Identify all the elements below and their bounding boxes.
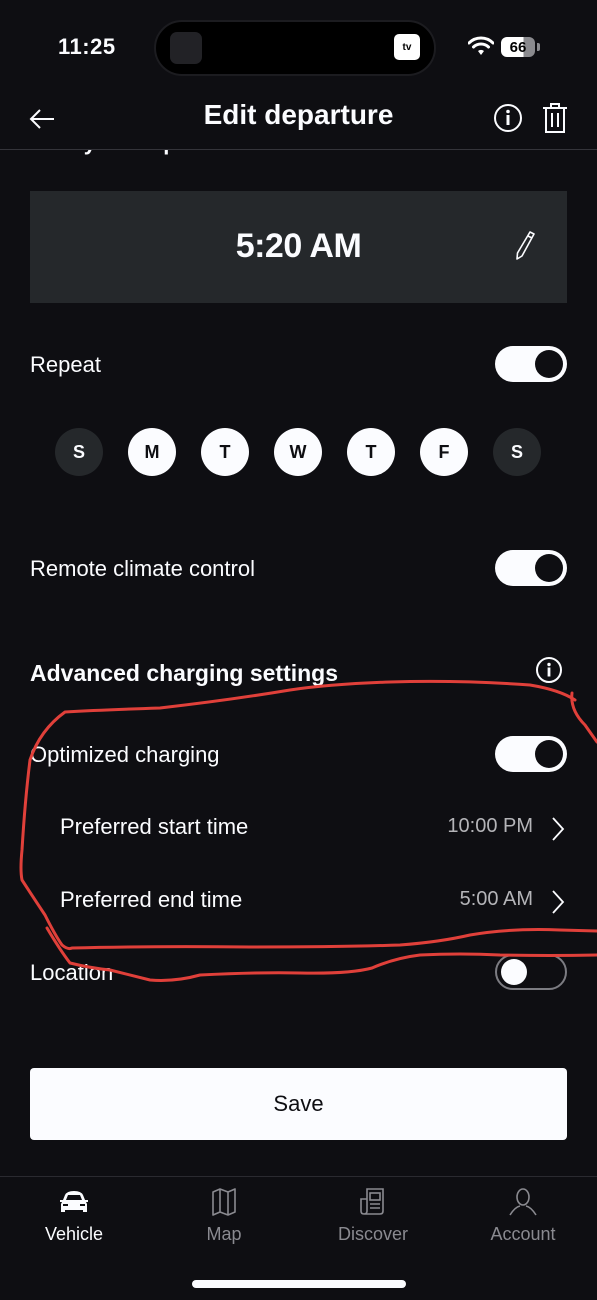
weekday-selector: S M T W T F S <box>55 428 545 478</box>
tab-label: Account <box>490 1224 556 1244</box>
optimized-charging-label: Optimized charging <box>30 742 220 767</box>
status-time: 11:25 <box>58 34 116 59</box>
repeat-row: Repeat <box>30 346 567 386</box>
optimized-charging-toggle[interactable] <box>495 736 567 772</box>
day-sunday[interactable]: S <box>55 428 103 476</box>
charging-heading: Advanced charging settings <box>30 660 339 686</box>
chevron-right-icon <box>552 890 565 914</box>
save-button[interactable]: Save <box>30 1068 567 1140</box>
location-row: Location <box>30 954 567 994</box>
island-activity-icon <box>170 32 202 64</box>
car-icon <box>60 1191 88 1212</box>
pencil-icon[interactable] <box>513 229 537 261</box>
preferred-start-row[interactable]: Preferred start time 10:00 PM <box>30 808 567 848</box>
day-saturday[interactable]: S <box>493 428 541 476</box>
wifi-icon <box>468 36 494 55</box>
tab-discover[interactable]: Discover <box>313 1187 433 1257</box>
newspaper-icon <box>360 1188 384 1215</box>
day-label: W <box>289 441 307 462</box>
day-label: F <box>438 441 450 462</box>
day-thursday[interactable]: T <box>347 428 395 476</box>
dynamic-island: tv <box>154 20 436 76</box>
battery-tip <box>537 43 540 51</box>
apple-tv-icon: tv <box>394 34 420 60</box>
location-label: Location <box>30 960 114 985</box>
tab-vehicle[interactable]: Vehicle <box>14 1187 134 1257</box>
day-label: T <box>219 441 231 462</box>
trash-icon[interactable] <box>540 101 570 135</box>
tab-map[interactable]: Map <box>164 1187 284 1257</box>
info-icon[interactable] <box>492 102 524 134</box>
repeat-toggle[interactable] <box>495 346 567 382</box>
location-toggle[interactable] <box>495 954 567 990</box>
tab-label: Map <box>206 1224 242 1244</box>
battery-level: 66 <box>509 38 527 56</box>
charging-heading-row: Advanced charging settings <box>30 654 567 694</box>
climate-label: Remote climate control <box>30 556 255 581</box>
bottom-action-area: Save <box>0 1030 597 1177</box>
climate-toggle[interactable] <box>495 550 567 586</box>
day-tuesday[interactable]: T <box>201 428 249 476</box>
nav-header: Edit departure <box>0 95 597 150</box>
climate-row: Remote climate control <box>30 550 567 590</box>
toggle-knob <box>535 554 563 582</box>
battery-indicator: 66 <box>501 37 535 57</box>
tab-label: Discover <box>337 1224 408 1244</box>
day-label: S <box>510 441 523 462</box>
preferred-start-label: Preferred start time <box>60 814 249 839</box>
scroll-content[interactable]: Ready for departure at 5:20 AM Repeat S … <box>0 128 597 1028</box>
day-wednesday[interactable]: W <box>274 428 322 476</box>
optimized-charging-row: Optimized charging <box>30 736 567 776</box>
person-icon <box>509 1188 537 1216</box>
preferred-end-value: 5:00 AM <box>459 888 533 910</box>
repeat-label: Repeat <box>30 352 101 377</box>
day-friday[interactable]: F <box>420 428 468 476</box>
tab-account[interactable]: Account <box>463 1187 583 1257</box>
preferred-end-row[interactable]: Preferred end time 5:00 AM <box>30 881 567 921</box>
preferred-end-label: Preferred end time <box>60 887 243 912</box>
chevron-right-icon <box>552 817 565 841</box>
day-label: S <box>72 441 85 462</box>
info-icon[interactable] <box>535 656 563 684</box>
status-bar: 11:25 tv 66 <box>0 0 597 95</box>
toggle-knob <box>535 740 563 768</box>
toggle-knob <box>501 959 527 985</box>
tab-label: Vehicle <box>44 1224 104 1244</box>
toggle-knob <box>535 350 563 378</box>
home-indicator[interactable] <box>192 1280 406 1288</box>
map-icon <box>212 1188 236 1216</box>
day-label: T <box>365 441 377 462</box>
day-monday[interactable]: M <box>128 428 176 476</box>
departure-time: 5:20 AM <box>235 227 362 265</box>
day-label: M <box>144 441 160 462</box>
departure-time-card[interactable]: 5:20 AM <box>30 191 567 303</box>
island-app-label: tv <box>402 41 412 53</box>
preferred-start-value: 10:00 PM <box>447 815 533 837</box>
